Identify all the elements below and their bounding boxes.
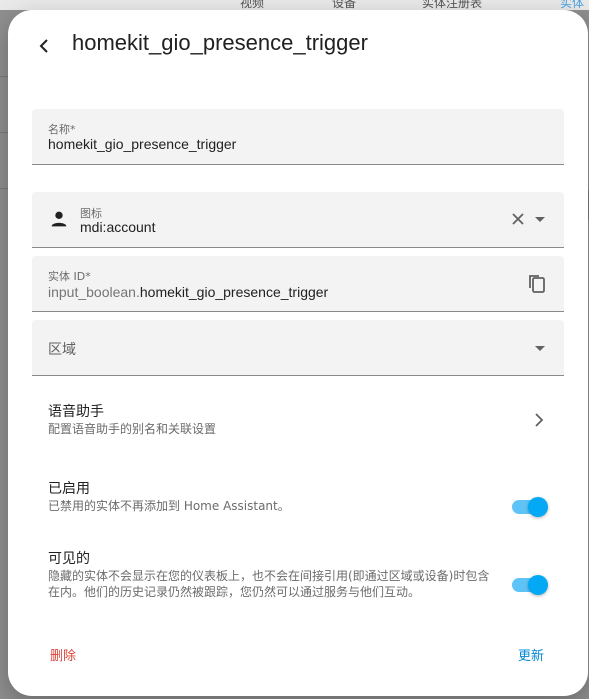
chevron-right-icon [535,413,544,427]
voice-title: 语音助手 [48,404,104,420]
background-header: 视频 设备 实体注册表 实体 [0,0,589,10]
enabled-row: 已启用 已禁用的实体不再添加到 Home Assistant。 [32,478,564,528]
enabled-toggle[interactable] [512,497,548,517]
bg-divider [0,132,8,133]
update-button[interactable]: 更新 [518,645,544,664]
entity-id-label: 实体 ID* [48,270,91,283]
visible-subtitle: 隐藏的实体不会显示在您的仪表板上，也不会在间接引用(即通过区域或设备)时包含在内… [48,569,490,599]
dialog-title: homekit_gio_presence_trigger [72,30,368,55]
voice-subtitle: 配置语音助手的别名和关联设置 [48,422,217,436]
name-label: 名称* [48,123,76,136]
icon-field[interactable]: 图标 mdi:account [32,192,564,248]
visible-row: 可见的 隐藏的实体不会显示在您的仪表板上，也不会在间接引用(即通过区域或设备)时… [32,548,564,618]
name-field[interactable]: 名称* homekit_gio_presence_trigger [32,109,564,165]
enabled-title: 已启用 [48,481,90,497]
entity-id-input[interactable]: input_boolean.homekit_gio_presence_trigg… [48,284,328,300]
icon-input[interactable]: mdi:account [80,219,155,235]
name-input[interactable]: homekit_gio_presence_trigger [48,136,236,152]
visible-toggle[interactable] [512,575,548,595]
voice-assistant-row[interactable]: 语音助手 配置语音助手的别名和关联设置 [32,401,564,441]
entity-id-field[interactable]: 实体 ID* input_boolean.homekit_gio_presenc… [32,256,564,312]
visible-title: 可见的 [48,551,90,567]
toggle-thumb [528,575,548,595]
copy-icon[interactable] [527,273,547,295]
back-button[interactable] [32,34,56,58]
enabled-subtitle: 已禁用的实体不再添加到 Home Assistant。 [48,499,290,513]
entity-domain-prefix: input_boolean. [48,284,140,300]
chevron-down-icon[interactable] [532,211,548,227]
dialog-header: homekit_gio_presence_trigger [8,10,588,80]
delete-button[interactable]: 删除 [50,645,76,664]
entity-id-value: homekit_gio_presence_trigger [139,284,329,300]
account-icon [51,211,67,227]
toggle-thumb [528,497,548,517]
area-placeholder: 区域 [48,342,76,358]
bg-divider [0,76,8,77]
area-select[interactable]: 区域 [32,320,564,376]
close-icon[interactable] [510,211,526,227]
chevron-down-icon[interactable] [532,340,548,356]
bg-divider [0,188,8,189]
entity-settings-dialog: homekit_gio_presence_trigger 名称* homekit… [8,10,588,696]
arrow-back-icon [39,39,48,53]
